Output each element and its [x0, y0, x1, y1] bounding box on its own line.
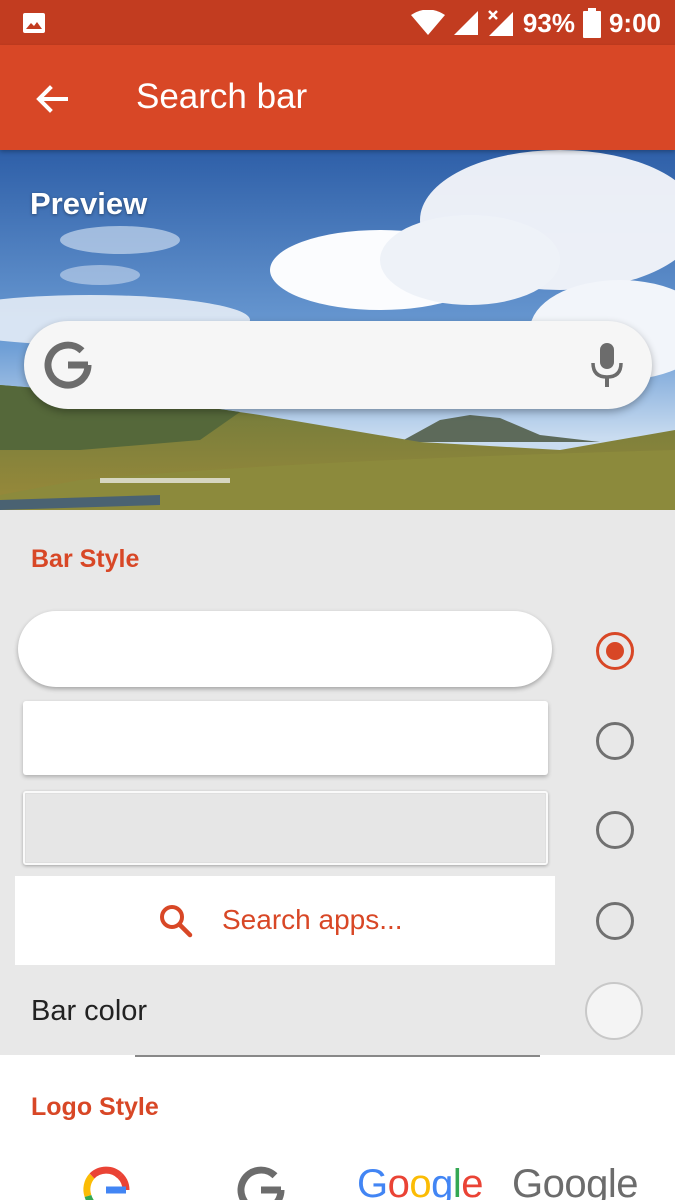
- battery-percent: 93%: [522, 7, 575, 38]
- bar-style-radio-rectangle[interactable]: [596, 722, 634, 760]
- logo-option-g-gray-icon[interactable]: [237, 1166, 285, 1200]
- gallery-icon: [23, 13, 45, 33]
- bar-style-heading: Bar Style: [31, 545, 140, 573]
- arrow-left-icon[interactable]: [30, 77, 74, 121]
- bar-style-option-flat[interactable]: Search apps...: [15, 876, 555, 965]
- search-icon: [160, 905, 193, 938]
- bar-color-swatch[interactable]: [585, 982, 643, 1040]
- logo-option-word-color[interactable]: Google: [357, 1162, 484, 1200]
- battery-icon: [582, 8, 601, 38]
- bar-style-option-outlined[interactable]: [23, 791, 548, 865]
- wifi-icon: [410, 10, 445, 35]
- preview-panel: Preview: [0, 150, 675, 510]
- page-title: Search bar: [136, 77, 308, 116]
- bar-style-option-pill[interactable]: [18, 611, 552, 687]
- bar-style-radio-outlined[interactable]: [596, 811, 634, 849]
- bar-style-radio-flat[interactable]: [596, 902, 634, 940]
- status-bar: 93% 9:00: [0, 0, 675, 45]
- logo-style-heading: Logo Style: [31, 1093, 159, 1121]
- search-apps-label: Search apps...: [222, 904, 403, 935]
- divider: [135, 1055, 540, 1057]
- logo-option-g-color-icon[interactable]: [82, 1166, 130, 1200]
- clock: 9:00: [608, 7, 661, 38]
- signal-icon: [453, 11, 478, 35]
- bar-style-option-rectangle[interactable]: [23, 701, 548, 775]
- signal-no-data-icon: [488, 10, 513, 36]
- logo-option-word-gray[interactable]: Google: [512, 1162, 638, 1200]
- app-bar: Search bar: [0, 45, 675, 150]
- preview-label: Preview: [30, 186, 148, 221]
- preview-search-bar: [24, 321, 652, 409]
- microphone-icon: [591, 343, 623, 387]
- google-g-icon: [44, 341, 92, 389]
- bar-color-label: Bar color: [31, 995, 148, 1027]
- bar-style-radio-pill[interactable]: [596, 632, 634, 670]
